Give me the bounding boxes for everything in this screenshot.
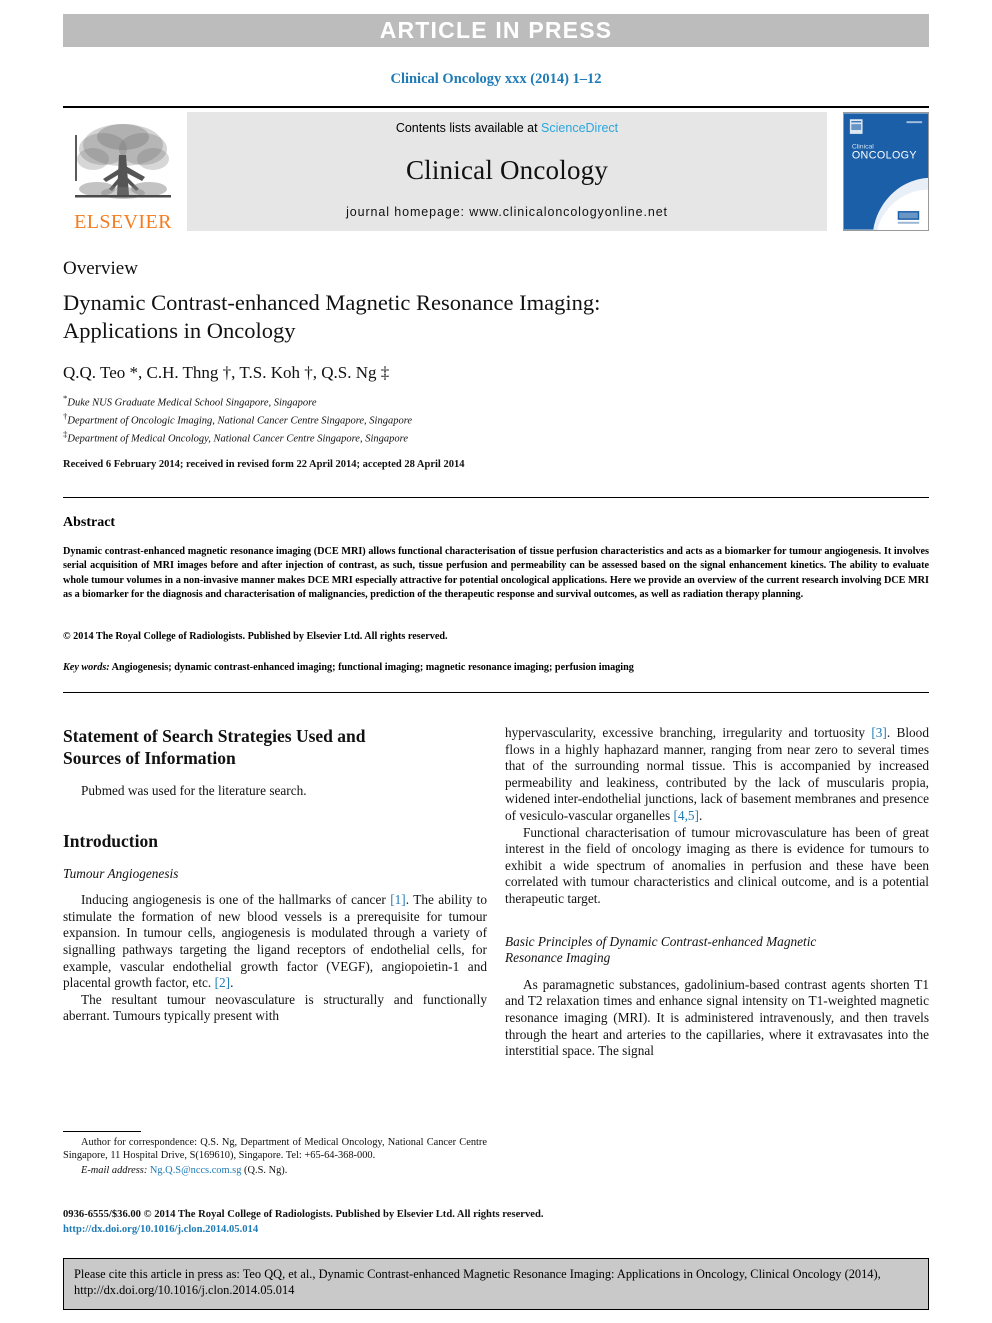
column-right: hypervascularity, excessive branching, i…: [505, 725, 929, 1060]
article-type-label: Overview: [63, 258, 138, 279]
doi-link[interactable]: http://dx.doi.org/10.1016/j.clon.2014.05…: [63, 1224, 258, 1235]
citation-footer-text: Please cite this article in press as: Te…: [74, 1267, 881, 1297]
basic-principles-line-2: Resonance Imaging: [505, 950, 611, 966]
search-heading-line-2: Sources of Information: [63, 748, 236, 768]
article-in-press-banner: ARTICLE IN PRESS: [63, 14, 929, 47]
article-title-line-2: Applications in Oncology: [63, 318, 296, 343]
keywords-line: Key words: Angiogenesis; dynamic contras…: [63, 662, 929, 673]
journal-reference-line: Clinical Oncology xxx (2014) 1–12: [390, 71, 602, 87]
contents-panel: Contents lists available at ScienceDirec…: [187, 112, 827, 231]
article-page: ARTICLE IN PRESS Clinical Oncology xxx (…: [0, 0, 992, 1323]
abstract-rule-top: [63, 497, 929, 498]
search-heading-line-1: Statement of Search Strategies Used and: [63, 726, 366, 746]
email-label: E-mail address:: [81, 1165, 148, 1177]
right-paragraph-1: hypervascularity, excessive branching, i…: [505, 725, 929, 825]
affiliation-item: †Department of Oncologic Imaging, Nation…: [63, 410, 823, 428]
search-strategies-paragraph: Pubmed was used for the literature searc…: [81, 783, 307, 798]
section-heading-search-strategies: Statement of Search Strategies Used and …: [63, 725, 487, 769]
correspondence-text: Author for correspondence: Q.S. Ng, Depa…: [63, 1137, 487, 1162]
rpara1-part-a: hypervascularity, excessive branching, i…: [505, 725, 872, 740]
issn-copyright-line: 0936-6555/$36.00 © 2014 The Royal Colleg…: [63, 1209, 544, 1220]
svg-text:ONCOLOGY: ONCOLOGY: [852, 149, 917, 161]
section-heading-introduction: Introduction: [63, 830, 158, 851]
para1-part-c: .: [230, 975, 234, 991]
affiliation-item: *Duke NUS Graduate Medical School Singap…: [63, 392, 823, 410]
journal-cover-image: Clinical ONCOLOGY: [844, 113, 928, 230]
article-in-press-label: ARTICLE IN PRESS: [379, 17, 613, 43]
author-list: Q.Q. Teo *, C.H. Thng †, T.S. Koh †, Q.S…: [63, 363, 390, 382]
footnote-divider: [63, 1131, 141, 1132]
subsection-heading-tumour-angiogenesis: Tumour Angiogenesis: [63, 865, 179, 881]
citation-footer-box: Please cite this article in press as: Te…: [63, 1258, 929, 1310]
journal-masthead: ELSEVIER Contents lists available at Sci…: [63, 106, 929, 232]
rpara1-part-c: .: [698, 807, 703, 823]
elsevier-wordmark: ELSEVIER: [74, 211, 172, 233]
abstract-rule-bottom: [63, 692, 929, 693]
column-left: Statement of Search Strategies Used and …: [63, 725, 487, 1025]
keywords-label: Key words:: [63, 662, 110, 673]
journal-title: Clinical Oncology: [405, 154, 609, 185]
abstract-text: Dynamic contrast-enhanced magnetic reson…: [63, 546, 929, 600]
affiliation-text: Department of Medical Oncology, National…: [67, 433, 408, 445]
correspondence-footnote: Author for correspondence: Q.S. Ng, Depa…: [63, 1136, 487, 1178]
abstract-copyright: © 2014 The Royal College of Radiologists…: [63, 631, 448, 642]
affiliation-text: Department of Oncologic Imaging, Nationa…: [67, 415, 413, 427]
subsection-heading-basic-principles: Basic Principles of Dynamic Contrast-enh…: [505, 934, 929, 967]
affiliation-item: ‡Department of Medical Oncology, Nationa…: [63, 428, 823, 446]
journal-cover-thumbnail: Clinical ONCOLOGY: [843, 112, 929, 231]
article-title-line-1: Dynamic Contrast-enhanced Magnetic Reson…: [63, 290, 601, 315]
affiliation-text: Duke NUS Graduate Medical School Singapo…: [67, 397, 317, 409]
reference-link-2[interactable]: [2]: [215, 975, 231, 990]
reference-link-4-5[interactable]: [4,5]: [674, 808, 699, 823]
contents-available-line: Contents lists available at ScienceDirec…: [396, 121, 618, 135]
intro-paragraph-2: The resultant tumour neovasculature is s…: [63, 991, 487, 1024]
reference-link-1[interactable]: [1]: [390, 892, 406, 907]
journal-homepage-link[interactable]: journal homepage: www.clinicaloncologyon…: [346, 205, 668, 219]
contents-prefix: Contents lists available at: [395, 121, 542, 135]
elsevier-logo: ELSEVIER: [63, 112, 183, 232]
elsevier-tree-icon: [75, 124, 171, 199]
sciencedirect-link[interactable]: ScienceDirect: [541, 121, 618, 135]
intro-paragraph-1: Inducing angiogenesis is one of the hall…: [63, 892, 487, 992]
email-address-link[interactable]: Ng.Q.S@nccs.com.sg: [150, 1165, 242, 1176]
affiliation-list: *Duke NUS Graduate Medical School Singap…: [63, 392, 823, 446]
email-line: E-mail address: Ng.Q.S@nccs.com.sg (Q.S.…: [63, 1164, 487, 1177]
basic-principles-line-1: Basic Principles of Dynamic Contrast-enh…: [505, 933, 817, 949]
keywords-value: Angiogenesis; dynamic contrast-enhanced …: [109, 662, 634, 673]
para1-part-a: Inducing angiogenesis is one of the hall…: [81, 892, 391, 908]
page-title: Dynamic Contrast-enhanced Magnetic Reson…: [63, 289, 763, 345]
email-suffix: (Q.S. Ng).: [241, 1165, 288, 1177]
abstract-heading: Abstract: [63, 515, 116, 530]
right-paragraph-3: As paramagnetic substances, gadolinium-b…: [505, 976, 929, 1059]
reference-link-3[interactable]: [3]: [871, 725, 887, 740]
received-dates: Received 6 February 2014; received in re…: [63, 459, 465, 470]
right-paragraph-2: Functional characterisation of tumour mi…: [505, 824, 929, 906]
